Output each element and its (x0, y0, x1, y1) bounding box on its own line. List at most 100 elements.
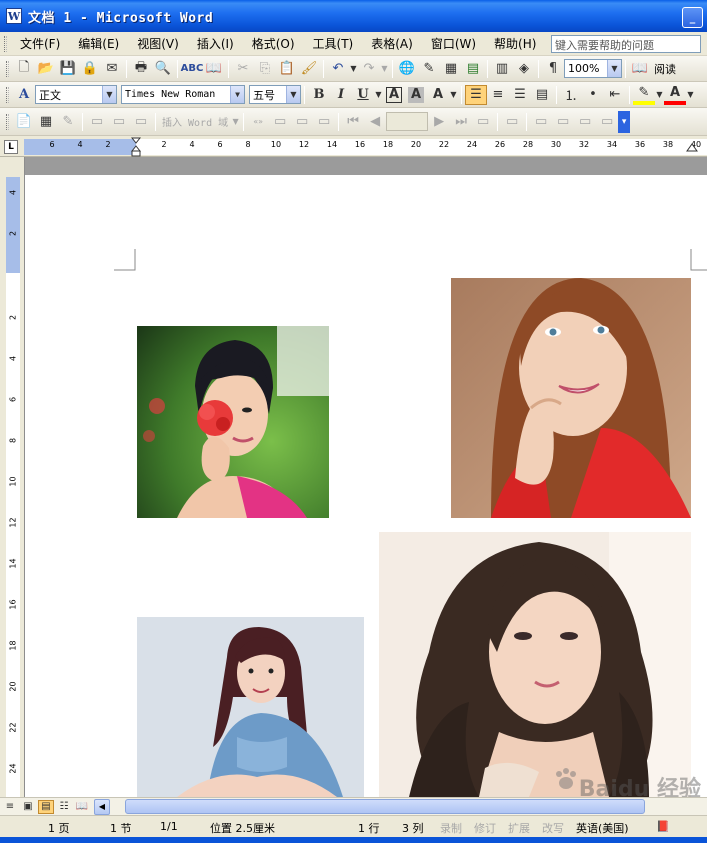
spelling-icon[interactable]: ABC (181, 59, 204, 79)
merge-to-printer-icon[interactable]: ▭ (552, 112, 574, 132)
merge-to-email-icon[interactable]: ▭ (574, 112, 596, 132)
insert-table-icon[interactable]: ▦ (440, 59, 462, 79)
italic-button[interactable]: I (330, 85, 352, 105)
insert-greeting-icon[interactable]: ▭ (108, 112, 130, 132)
photo-woman-with-flower[interactable] (137, 326, 329, 518)
menu-insert[interactable]: 插入(I) (188, 35, 243, 52)
cut-icon[interactable]: ✂ (232, 59, 254, 79)
char-scale-button[interactable]: A (427, 85, 449, 105)
align-center-button[interactable]: ≡ (487, 85, 509, 105)
status-language[interactable]: 英语(美国) (576, 820, 629, 836)
align-right-button[interactable]: ☰ (509, 85, 531, 105)
vertical-ruler[interactable]: 4 2 2 4 6 8 10 12 14 16 18 20 22 24 (0, 157, 24, 797)
word-app-icon[interactable]: W (6, 8, 22, 24)
reading-layout-icon[interactable]: 📖 (74, 800, 90, 814)
print-icon[interactable]: 🖶 (130, 59, 152, 79)
read-button[interactable]: 阅读 (651, 61, 679, 77)
tab-selector[interactable]: L (4, 140, 18, 154)
view-merged-data-icon[interactable]: «» (247, 112, 269, 132)
print-preview-icon[interactable]: 🔍 (152, 59, 174, 79)
scroll-left-icon[interactable]: ◀ (94, 798, 110, 815)
highlight-icon[interactable]: ✎ (633, 85, 655, 105)
insert-address-block-icon[interactable]: ▭ (86, 112, 108, 132)
underline-dropdown-icon[interactable]: ▼ (374, 90, 383, 99)
menu-file[interactable]: 文件(F) (11, 35, 69, 52)
toolbar-grip[interactable] (4, 35, 7, 52)
toolbar-options-icon[interactable]: ▾ (618, 110, 631, 133)
align-justify-button[interactable]: ☰ (465, 84, 487, 105)
chevron-down-icon[interactable]: ▼ (102, 86, 116, 103)
new-document-icon[interactable]: 🗋 (13, 59, 35, 79)
open-data-source-icon[interactable]: ▦ (35, 112, 57, 132)
hyperlink-icon[interactable]: 🌐 (396, 59, 418, 79)
insert-word-field-dropdown-icon[interactable]: ▼ (231, 117, 240, 126)
toolbar-grip[interactable] (6, 60, 9, 77)
minimize-button[interactable]: _ (682, 7, 703, 28)
bold-button[interactable]: B (308, 85, 330, 105)
highlight-fields-icon[interactable]: ▭ (269, 112, 291, 132)
font-select[interactable]: Times New Roman ▼ (121, 85, 245, 104)
previous-record-icon[interactable]: ◀ (364, 112, 386, 132)
insert-excel-icon[interactable]: ▤ (462, 59, 484, 79)
outline-view-icon[interactable]: ☷ (56, 800, 72, 814)
chevron-down-icon[interactable]: ▼ (607, 60, 621, 77)
spelling-status-icon[interactable]: 📕 (656, 820, 670, 833)
save-icon[interactable]: 💾 (57, 59, 79, 79)
scroll-thumb[interactable] (125, 799, 645, 814)
merge-to-document-icon[interactable]: ▭ (530, 112, 552, 132)
right-indent-marker-icon[interactable] (686, 143, 698, 155)
permission-icon[interactable]: 🔒 (79, 59, 101, 79)
char-border-button[interactable]: A (386, 86, 402, 103)
char-scale-dropdown-icon[interactable]: ▼ (449, 90, 458, 99)
char-shading-button[interactable]: A (408, 86, 424, 103)
toolbar-grip[interactable] (6, 86, 9, 103)
bullets-button[interactable]: • (582, 85, 604, 105)
research-icon[interactable]: 📖 (203, 59, 225, 79)
font-size-select[interactable]: 五号 ▼ (249, 85, 301, 104)
photo-woman-red-top[interactable] (451, 278, 691, 518)
open-folder-icon[interactable]: 📂 (35, 59, 57, 79)
font-color-icon[interactable]: A (664, 85, 686, 105)
check-errors-icon[interactable]: ▭ (501, 112, 523, 132)
status-overtype[interactable]: 改写 (542, 820, 564, 836)
columns-icon[interactable]: ▥ (491, 59, 513, 79)
match-fields-icon[interactable]: ▭ (291, 112, 313, 132)
read-icon[interactable]: 📖 (629, 59, 651, 79)
email-icon[interactable]: ✉ (101, 59, 123, 79)
next-record-icon[interactable]: ▶ (428, 112, 450, 132)
photo-woman-denim[interactable] (137, 617, 364, 797)
photo-woman-long-hair[interactable] (379, 532, 691, 797)
paste-icon[interactable]: 📋 (276, 59, 298, 79)
status-extend[interactable]: 扩展 (508, 820, 530, 836)
normal-view-icon[interactable]: ≡ (2, 800, 18, 814)
mail-merge-recipients-icon[interactable]: ✎ (57, 112, 79, 132)
menu-tools[interactable]: 工具(T) (304, 35, 363, 52)
menu-view[interactable]: 视图(V) (128, 35, 188, 52)
last-record-icon[interactable]: ⏭ (450, 112, 472, 132)
merge-to-fax-icon[interactable]: ▭ (596, 112, 618, 132)
find-entry-icon[interactable]: ▭ (472, 112, 494, 132)
format-painter-icon[interactable]: 🖌 (298, 59, 320, 79)
decrease-indent-button[interactable]: ⇤ (604, 85, 626, 105)
web-layout-icon[interactable]: ▣ (20, 800, 36, 814)
print-layout-icon[interactable]: ▤ (38, 799, 54, 814)
show-hide-icon[interactable]: ¶ (542, 59, 564, 79)
propagate-labels-icon[interactable]: ▭ (313, 112, 335, 132)
font-color-dropdown-icon[interactable]: ▼ (686, 90, 695, 99)
status-track-changes[interactable]: 修订 (474, 820, 496, 836)
help-search-input[interactable]: 键入需要帮助的问题 (551, 35, 701, 53)
redo-dropdown-icon[interactable]: ▼ (380, 64, 389, 73)
highlight-dropdown-icon[interactable]: ▼ (655, 90, 664, 99)
redo-icon[interactable]: ↷ (358, 59, 380, 79)
menu-edit[interactable]: 编辑(E) (69, 35, 128, 52)
undo-dropdown-icon[interactable]: ▼ (349, 64, 358, 73)
indent-marker-icon[interactable] (131, 137, 141, 157)
first-record-icon[interactable]: ⏮ (342, 112, 364, 132)
status-record[interactable]: 录制 (440, 820, 462, 836)
zoom-select[interactable]: 100% ▼ (564, 59, 622, 78)
copy-icon[interactable]: ⎘ (254, 59, 276, 79)
style-select[interactable]: 正文 ▼ (35, 85, 117, 104)
horizontal-scrollbar[interactable]: ≡ ▣ ▤ ☷ 📖 ◀ (0, 797, 707, 815)
menu-help[interactable]: 帮助(H) (485, 35, 545, 52)
horizontal-ruler[interactable]: L 6 4 2 2 4 6 8 10 12 14 16 18 20 22 24 26 28 30 32 34 36 38 4… (0, 137, 707, 157)
